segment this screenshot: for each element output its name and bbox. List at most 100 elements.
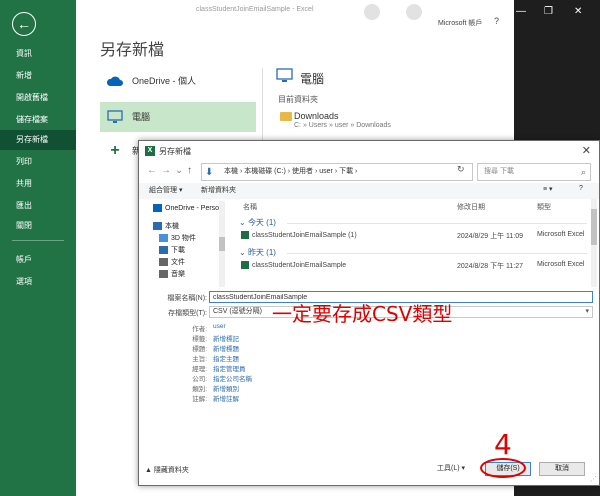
location-icon [159, 270, 168, 279]
cancel-button[interactable]: 取消 [539, 462, 585, 476]
nav-pane-label: OneDrive - Perso [165, 205, 220, 212]
file-list-scrollbar[interactable] [591, 199, 597, 287]
search-input[interactable]: 搜尋 下載 ⌕ [477, 163, 591, 181]
navigation-pane: OneDrive - Perso 本機 3D 物件 下載文件音樂 [149, 201, 227, 287]
metadata-value[interactable]: 新增標題 [213, 343, 239, 353]
scroll-thumb[interactable] [591, 209, 597, 245]
nav-item[interactable]: 列印 [0, 152, 76, 172]
nav-item[interactable]: 共用 [0, 174, 76, 194]
metadata-value[interactable]: 指定管理員 [213, 363, 246, 373]
backstage-nav: ← 資訊 新增 開啟舊檔 儲存檔案 另存新檔 列印 共用 匯出 關閉帳戶 選項 [0, 0, 76, 496]
folder-name[interactable]: Downloads [294, 111, 339, 121]
location-icon [153, 204, 162, 213]
nav-pane-item[interactable]: 下載 [159, 245, 185, 256]
column-header-name[interactable]: 名稱 [243, 202, 257, 212]
nav-item[interactable]: 新增 [0, 66, 76, 86]
nav-item[interactable]: 資訊 [0, 44, 76, 64]
cloud-icon [106, 73, 124, 89]
nav-item[interactable]: 選項 [0, 272, 76, 292]
metadata-label: 主旨: [192, 356, 207, 363]
scroll-thumb[interactable] [219, 237, 225, 251]
nav-pane-item[interactable]: 3D 物件 [159, 233, 196, 244]
minimize-icon[interactable]: — [516, 6, 526, 17]
file-list: 名稱 修改日期 類型 ⌄ 今天 (1) classStudentJoinEmail… [231, 199, 591, 287]
metadata-label: 標題: [192, 346, 207, 353]
nav-pane-label: 文件 [171, 259, 185, 266]
column-headers: 名稱 修改日期 類型 [231, 199, 591, 211]
excel-icon: X [145, 146, 155, 156]
up-arrow-icon[interactable]: ↑ [187, 165, 192, 176]
help-icon[interactable]: ? [579, 185, 583, 192]
metadata-value[interactable]: 新增標記 [213, 333, 239, 343]
metadata-value[interactable]: 指定公司名稱 [213, 373, 252, 383]
hide-folders-toggle[interactable]: ▲ 隱藏資料夾 [145, 465, 189, 475]
location-icon [159, 258, 168, 267]
place-computer[interactable]: 電腦 [100, 102, 256, 132]
file-date: 2024/8/29 上午 11:09 [457, 233, 524, 240]
restore-icon[interactable]: ❐ [544, 6, 553, 17]
back-arrow-icon[interactable]: ← [12, 12, 36, 36]
group-divider [287, 223, 587, 224]
group-header[interactable]: ⌄ 昨天 (1) [239, 247, 276, 258]
close-icon[interactable]: ✕ [574, 6, 582, 17]
metadata-label: 作者: [192, 326, 207, 333]
place-label: OneDrive - 個人 [132, 76, 197, 86]
help-icon[interactable]: ? [494, 16, 499, 26]
file-date: 2024/8/28 下午 11:27 [457, 263, 524, 270]
metadata-value[interactable]: 指定主題 [213, 353, 239, 363]
nav-pane-item[interactable]: 本機 [153, 221, 179, 232]
filetype-value: CSV (逗號分隔) [213, 308, 262, 315]
metadata-label: 標籤: [192, 336, 207, 343]
computer-icon [106, 109, 124, 125]
metadata-label: 註解: [192, 396, 207, 403]
folder-icon [280, 112, 292, 121]
current-folder-label: 目前資料夾 [278, 95, 318, 104]
excel-file-icon [241, 231, 249, 239]
location-icon [153, 222, 162, 231]
group-header[interactable]: ⌄ 今天 (1) [239, 217, 276, 228]
view-button[interactable]: ≡ ▾ [543, 185, 553, 193]
resize-grip-icon[interactable]: ⋰ [590, 475, 597, 483]
metadata-value[interactable]: 新增類別 [213, 383, 239, 393]
nav-item[interactable]: 開啟舊檔 [0, 88, 76, 108]
back-arrow-icon[interactable]: ← [147, 165, 157, 176]
title-bar: classStudentJoinEmailSample - Excel Micr… [76, 0, 514, 27]
refresh-icon[interactable]: ↻ [457, 164, 465, 175]
location-title: 電腦 [300, 72, 325, 86]
new-folder-button[interactable]: 新增資料夾 [201, 185, 236, 195]
place-onedrive[interactable]: OneDrive - 個人 [100, 66, 256, 96]
close-icon[interactable]: ✕ [582, 144, 591, 157]
nav-item[interactable]: 另存新檔 [0, 130, 76, 150]
column-header-type[interactable]: 類型 [537, 202, 551, 212]
metadata-value[interactable]: 新增註解 [213, 393, 239, 403]
search-placeholder: 搜尋 下載 [484, 168, 514, 175]
nav-item[interactable]: 帳戶 [0, 250, 76, 270]
metadata-label: 類別: [192, 386, 207, 393]
tools-button[interactable]: 工具(L) ▾ [437, 463, 465, 473]
file-row[interactable]: classStudentJoinEmailSample 2024/8/28 下午 … [231, 261, 591, 273]
group-divider [287, 253, 587, 254]
nav-item[interactable]: 關閉 [0, 216, 76, 236]
account-name[interactable]: Microsoft 帳戶 [438, 18, 482, 28]
group-label: 昨天 (1) [247, 248, 276, 257]
download-arrow-icon: ⬇ [205, 167, 214, 178]
nav-pane-item[interactable]: OneDrive - Perso [153, 203, 219, 214]
file-row[interactable]: classStudentJoinEmailSample (1) 2024/8/29… [231, 231, 591, 243]
organize-button[interactable]: 組合管理 ▾ [149, 185, 182, 195]
file-type: Microsoft Excel [537, 261, 585, 268]
recent-chevron-icon[interactable]: ⌄ [175, 165, 183, 176]
address-bar[interactable]: ⬇ 本機 › 本機磁碟 (C:) › 使用者 › user › 下載 › [201, 163, 473, 181]
nav-item[interactable]: 匯出 [0, 196, 76, 216]
column-header-date[interactable]: 修改日期 [457, 202, 485, 212]
forward-arrow-icon[interactable]: → [161, 165, 171, 176]
metadata-value[interactable]: user [213, 323, 226, 330]
file-name-cell: classStudentJoinEmailSample (1) [241, 231, 357, 239]
nav-item[interactable]: 儲存檔案 [0, 110, 76, 130]
background-decoration-icon [364, 4, 380, 20]
nav-pane-item[interactable]: 文件 [159, 257, 185, 268]
nav-pane-label: 本機 [165, 223, 179, 230]
nav-pane-item[interactable]: 音樂 [159, 269, 185, 280]
metadata-label: 經理: [192, 366, 207, 373]
dialog-toolbar: 組合管理 ▾ 新增資料夾 ≡ ▾ ? [139, 183, 599, 199]
nav-scrollbar[interactable] [219, 201, 225, 287]
